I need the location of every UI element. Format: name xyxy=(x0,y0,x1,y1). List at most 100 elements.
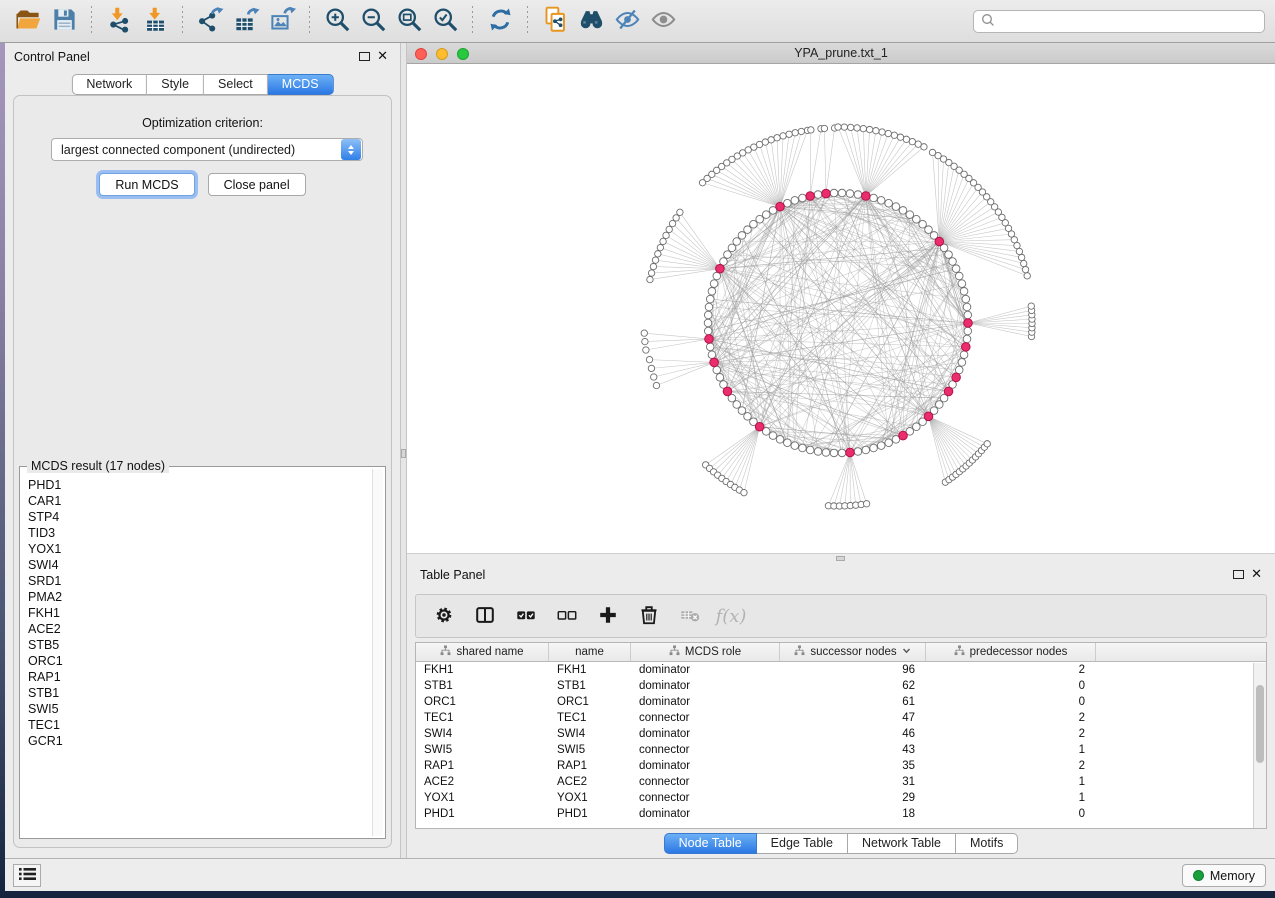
graph-hub-node[interactable] xyxy=(755,422,764,431)
tab-mcds[interactable]: MCDS xyxy=(268,74,334,95)
graph-node[interactable] xyxy=(799,444,807,452)
graph-node[interactable] xyxy=(699,180,705,186)
table-cell[interactable]: 29 xyxy=(780,790,926,806)
graph-node[interactable] xyxy=(903,136,909,142)
graph-node[interactable] xyxy=(728,244,736,252)
graph-hub-node[interactable] xyxy=(822,189,831,198)
table-cell[interactable]: ACE2 xyxy=(416,774,549,790)
mcds-list-scrollbar[interactable] xyxy=(372,469,383,836)
graph-node[interactable] xyxy=(706,295,714,303)
graph-hub-node[interactable] xyxy=(776,202,785,211)
table-row[interactable]: STB1STB1dominator620 xyxy=(416,678,1266,694)
graph-node[interactable] xyxy=(666,226,672,232)
graph-node[interactable] xyxy=(774,135,780,141)
float-table-panel-icon[interactable] xyxy=(1233,570,1244,579)
graph-node[interactable] xyxy=(885,130,891,136)
graph-node[interactable] xyxy=(935,401,943,409)
graph-hub-node[interactable] xyxy=(964,319,973,328)
optimization-criterion-select[interactable]: largest connected component (undirected) xyxy=(51,138,363,161)
graph-node[interactable] xyxy=(1024,273,1030,279)
table-cell[interactable]: 0 xyxy=(926,678,1096,694)
column-header-successor-nodes[interactable]: successor nodes xyxy=(780,643,926,661)
table-cell[interactable]: YOX1 xyxy=(416,790,549,806)
graph-node[interactable] xyxy=(949,258,957,266)
memory-button[interactable]: Memory xyxy=(1182,864,1266,887)
graph-node[interactable] xyxy=(854,448,862,456)
table-cell[interactable]: 2 xyxy=(926,710,1096,726)
graph-node[interactable] xyxy=(913,215,921,223)
graph-node[interactable] xyxy=(808,127,814,133)
graph-node[interactable] xyxy=(762,211,770,219)
table-cell[interactable]: 35 xyxy=(780,758,926,774)
table-cell[interactable]: dominator xyxy=(631,726,780,742)
graph-node[interactable] xyxy=(960,287,968,295)
graph-node[interactable] xyxy=(653,382,659,388)
table-cell[interactable]: STB1 xyxy=(416,678,549,694)
graph-node[interactable] xyxy=(952,265,960,273)
apply-layout-button[interactable] xyxy=(482,3,518,39)
import-network-button[interactable] xyxy=(101,3,137,39)
graph-node[interactable] xyxy=(958,359,966,367)
float-panel-icon[interactable] xyxy=(359,52,370,61)
graph-node[interactable] xyxy=(929,149,935,155)
tab-select[interactable]: Select xyxy=(204,74,268,95)
run-mcds-button[interactable]: Run MCDS xyxy=(99,173,194,196)
table-cell[interactable]: ACE2 xyxy=(549,774,631,790)
table-row[interactable]: TEC1TEC1connector472 xyxy=(416,710,1266,726)
graph-node[interactable] xyxy=(786,131,792,137)
table-cell[interactable]: 1 xyxy=(926,742,1096,758)
mcds-result-item[interactable]: YOX1 xyxy=(28,541,366,557)
graph-node[interactable] xyxy=(744,413,752,421)
mcds-result-item[interactable]: ORC1 xyxy=(28,653,366,669)
graph-node[interactable] xyxy=(647,276,653,282)
graph-node[interactable] xyxy=(798,128,804,134)
mcds-result-item[interactable]: STB1 xyxy=(28,685,366,701)
table-cell[interactable]: 18 xyxy=(780,806,926,822)
graph-node[interactable] xyxy=(750,220,758,228)
graph-node[interactable] xyxy=(642,338,648,344)
mcds-result-item[interactable]: SWI4 xyxy=(28,557,366,573)
table-row[interactable]: SWI4SWI4dominator462 xyxy=(416,726,1266,742)
graph-node[interactable] xyxy=(677,209,683,215)
graph-node[interactable] xyxy=(791,197,799,205)
mcds-result-item[interactable]: TEC1 xyxy=(28,717,366,733)
network-window-titlebar[interactable]: YPA_prune.txt_1 xyxy=(407,43,1275,64)
table-cell[interactable]: 47 xyxy=(780,710,926,726)
mcds-result-item[interactable]: CAR1 xyxy=(28,493,366,509)
tab-edge-table[interactable]: Edge Table xyxy=(757,833,848,854)
zoom-selected-button[interactable] xyxy=(427,3,463,39)
table-cell[interactable]: 43 xyxy=(780,742,926,758)
graph-node[interactable] xyxy=(724,251,732,259)
table-cell[interactable]: dominator xyxy=(631,694,780,710)
zoom-fit-button[interactable] xyxy=(391,3,427,39)
table-row[interactable]: RAP1RAP1dominator352 xyxy=(416,758,1266,774)
mcds-result-item[interactable]: STP4 xyxy=(28,509,366,525)
mcds-result-item[interactable]: PMA2 xyxy=(28,589,366,605)
splitter-grip[interactable] xyxy=(401,449,406,458)
tab-network[interactable]: Network xyxy=(71,74,147,95)
table-cell[interactable]: STB1 xyxy=(549,678,631,694)
table-cell[interactable]: 0 xyxy=(926,694,1096,710)
table-cell[interactable]: YOX1 xyxy=(549,790,631,806)
column-header-mcds-role[interactable]: MCDS role xyxy=(631,643,780,661)
graph-node[interactable] xyxy=(660,238,666,244)
gear-button[interactable] xyxy=(432,604,456,628)
zoom-out-button[interactable] xyxy=(355,3,391,39)
column-header-predecessor-nodes[interactable]: predecessor nodes xyxy=(926,643,1096,661)
table-cell[interactable]: dominator xyxy=(631,758,780,774)
graph-node[interactable] xyxy=(655,251,661,257)
graph-node[interactable] xyxy=(741,489,747,495)
mcds-result-item[interactable]: STB5 xyxy=(28,637,366,653)
graph-node[interactable] xyxy=(919,220,927,228)
graph-node[interactable] xyxy=(964,311,972,319)
graph-node[interactable] xyxy=(885,439,893,447)
graph-hub-node[interactable] xyxy=(944,387,953,396)
graph-node[interactable] xyxy=(705,303,713,311)
table-cell[interactable]: connector xyxy=(631,742,780,758)
save-session-button[interactable] xyxy=(46,3,82,39)
table-cell[interactable]: RAP1 xyxy=(416,758,549,774)
graph-node[interactable] xyxy=(756,215,764,223)
graph-node[interactable] xyxy=(958,280,966,288)
graph-node[interactable] xyxy=(835,124,841,130)
graph-node[interactable] xyxy=(648,270,654,276)
